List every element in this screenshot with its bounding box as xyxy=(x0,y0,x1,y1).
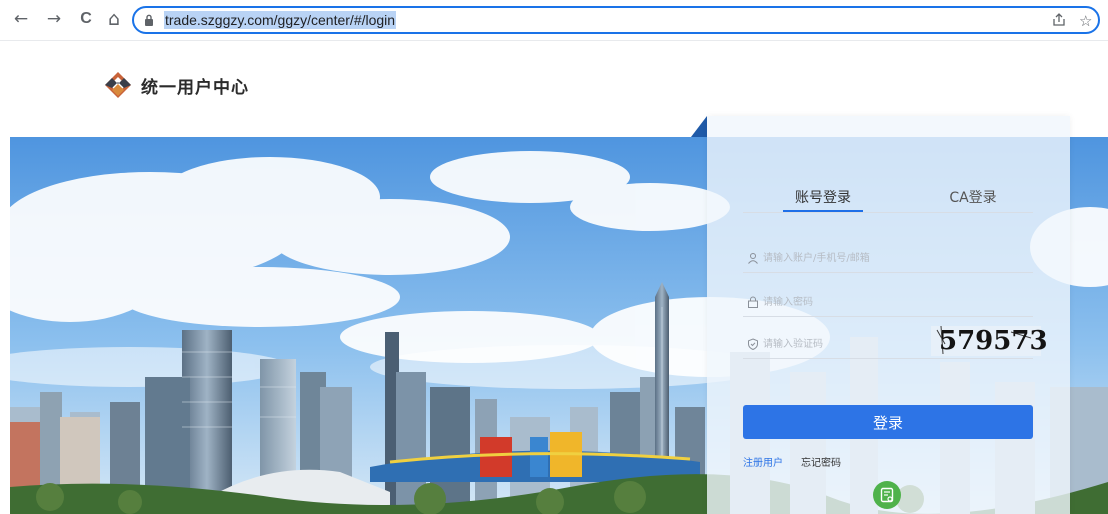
login-tabs: 账号登录 CA登录 xyxy=(743,188,1033,213)
password-input[interactable] xyxy=(763,292,953,312)
home-button[interactable]: ⌂ xyxy=(103,8,125,30)
forward-button[interactable]: → xyxy=(43,8,65,30)
username-field xyxy=(743,246,1033,273)
address-bar[interactable]: trade.szggzy.com/ggzy/center/#/login ☆ xyxy=(132,6,1100,34)
tab-account-login[interactable]: 账号登录 xyxy=(783,188,863,212)
captcha-code[interactable]: 579573 xyxy=(939,326,1048,356)
browser-toolbar: ← → C ⌂ trade.szggzy.com/ggzy/center/#/l… xyxy=(0,0,1108,41)
captcha-input[interactable] xyxy=(763,334,953,354)
lock-icon xyxy=(145,14,153,26)
shield-icon xyxy=(748,338,758,350)
url-text[interactable]: trade.szggzy.com/ggzy/center/#/login xyxy=(164,11,397,29)
document-icon xyxy=(880,487,894,503)
reload-button[interactable]: C xyxy=(75,8,97,30)
login-button[interactable]: 登录 xyxy=(743,405,1033,439)
star-icon[interactable]: ☆ xyxy=(1079,12,1092,30)
password-field xyxy=(743,290,1033,317)
lock-icon xyxy=(748,296,758,308)
username-input[interactable] xyxy=(763,248,953,268)
login-panel: 账号登录 CA登录 579573 登录 注册用户 忘记密码 xyxy=(707,116,1070,514)
share-icon[interactable] xyxy=(1052,13,1066,27)
user-icon xyxy=(748,253,758,264)
forgot-password-link[interactable]: 忘记密码 xyxy=(801,454,841,469)
register-link[interactable]: 注册用户 xyxy=(743,454,783,469)
help-button[interactable] xyxy=(873,481,901,509)
site-title: 统一用户中心 xyxy=(141,78,249,98)
tab-ca-login[interactable]: CA登录 xyxy=(933,188,1013,212)
back-button[interactable]: ← xyxy=(10,8,32,30)
active-tab-indicator xyxy=(783,210,863,212)
diamond-logo-icon xyxy=(105,72,131,98)
